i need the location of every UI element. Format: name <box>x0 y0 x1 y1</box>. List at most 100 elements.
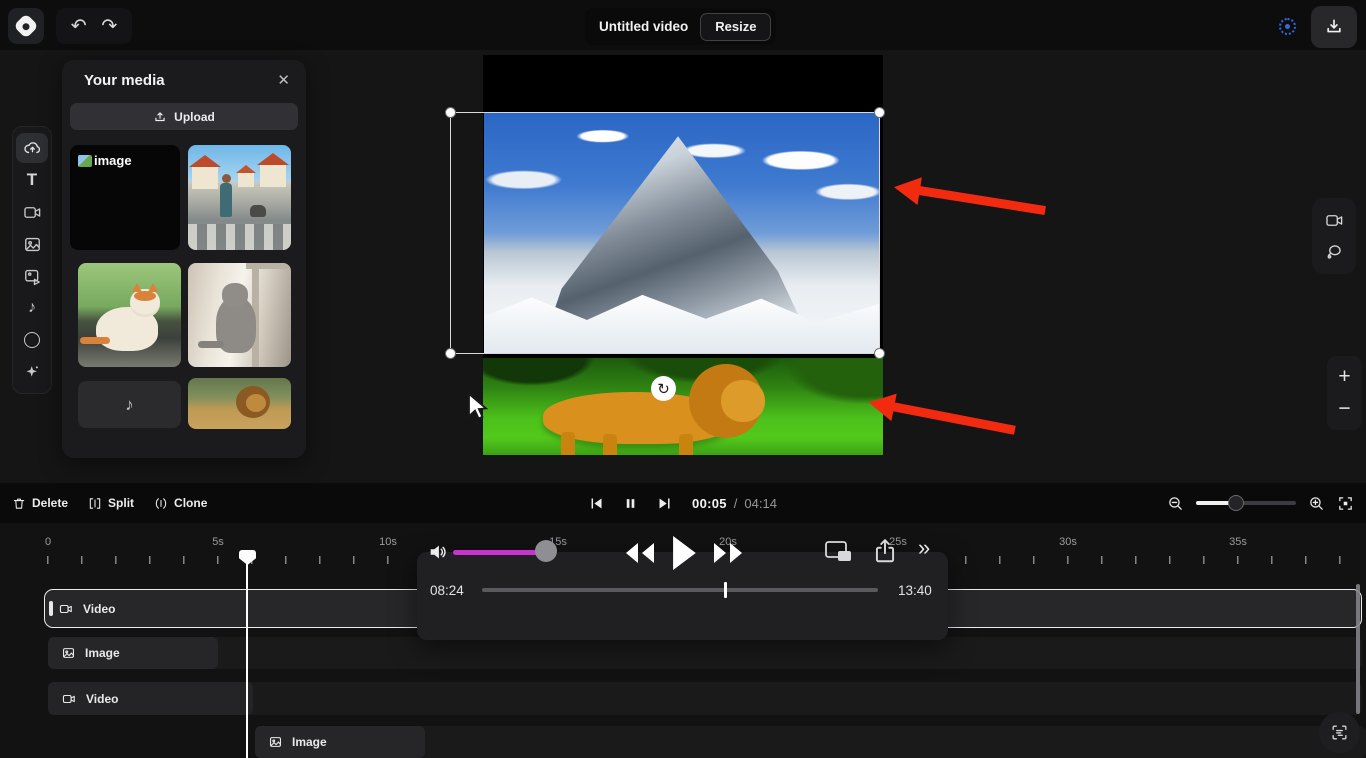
playhead-line[interactable] <box>246 551 248 758</box>
window-frame-shape <box>246 263 291 269</box>
delete-button[interactable]: Delete <box>12 496 68 511</box>
broken-image-icon <box>78 155 92 167</box>
app-logo-icon <box>13 13 38 38</box>
house-shape <box>192 167 218 189</box>
image-icon <box>268 735 283 749</box>
zoom-in-icon[interactable] <box>1308 495 1325 512</box>
media-thumbnail-lion[interactable] <box>188 378 291 429</box>
ruler-label: 0 <box>45 536 51 548</box>
media-thumbnail-broken-image[interactable]: image <box>70 145 180 250</box>
mouse-cursor <box>466 392 492 422</box>
sidebar-item-shapes[interactable] <box>16 325 48 355</box>
share-icon[interactable] <box>872 537 898 565</box>
timeline-scrollbar[interactable] <box>1356 584 1360 714</box>
media-thumbnail-grey-cat[interactable] <box>188 263 291 367</box>
media-thumbnail-girl-and-dog[interactable] <box>188 145 291 250</box>
timecode: 00:05 / 04:14 <box>692 496 777 511</box>
redo-icon[interactable]: ↷ <box>101 17 117 36</box>
rotate-handle[interactable]: ↻ <box>651 376 676 401</box>
ruler-label: 5s <box>212 536 224 548</box>
ruler-label: 35s <box>1229 536 1247 548</box>
cat-tail-shape <box>80 337 110 344</box>
close-icon[interactable]: ✕ <box>277 73 290 88</box>
fit-timeline-icon[interactable] <box>1337 495 1354 512</box>
skip-to-end-icon[interactable] <box>657 496 672 511</box>
media-thumbnail-audio[interactable]: ♪ <box>78 381 181 428</box>
annotation-arrow-top <box>918 186 1046 215</box>
lasso-tool-icon[interactable] <box>1325 242 1344 261</box>
fit-to-screen-button[interactable] <box>1319 712 1360 753</box>
broken-image-label: image <box>94 153 132 168</box>
zoom-out-icon[interactable] <box>1167 495 1184 512</box>
clip-label: Image <box>85 646 120 660</box>
timeline-zoom-controls <box>1167 483 1354 523</box>
resize-handle-bottom-right[interactable] <box>874 348 885 359</box>
resize-handle-bottom-left[interactable] <box>445 348 456 359</box>
sidebar-item-ai-tools[interactable] <box>16 357 48 387</box>
sidebar-item-images[interactable] <box>16 229 48 259</box>
player-remaining-time: 13:40 <box>898 583 932 598</box>
clip-label: Video <box>86 692 118 706</box>
zoom-out-button[interactable]: − <box>1338 397 1350 421</box>
clip-label: Image <box>292 735 327 749</box>
play-icon[interactable] <box>666 531 700 575</box>
timeline: 0 5s 10s 15s 20s 25s 30s 35s Video Image <box>0 523 1366 758</box>
media-thumbnail-orange-cat[interactable] <box>78 263 181 367</box>
split-label: Split <box>108 496 134 510</box>
canvas-zoom-panel: + − <box>1327 356 1362 430</box>
player-progress-bar[interactable] <box>482 588 878 592</box>
volume-slider[interactable] <box>453 550 545 555</box>
trim-handle-left[interactable] <box>49 601 53 616</box>
clip-label: Video <box>83 602 115 616</box>
export-button[interactable] <box>1311 6 1357 48</box>
more-controls-icon[interactable]: » <box>918 537 930 559</box>
undo-icon[interactable]: ↶ <box>71 17 87 36</box>
selection-box[interactable] <box>450 112 880 354</box>
sidebar-item-music[interactable]: ♪ <box>16 293 48 323</box>
timeline-clip-image-2[interactable]: Image <box>255 726 425 758</box>
cat-tail-shape <box>198 341 224 348</box>
resize-handle-top-right[interactable] <box>874 107 885 118</box>
player-progress-marker[interactable] <box>724 582 727 598</box>
split-icon <box>88 496 102 511</box>
sidebar-item-stock-video[interactable] <box>16 261 48 291</box>
upload-button[interactable]: Upload <box>70 103 298 130</box>
clone-button[interactable]: Clone <box>154 496 207 511</box>
camera-tool-icon[interactable] <box>1325 211 1344 230</box>
cat-patch-shape <box>134 291 156 301</box>
annotation-arrow-bottom <box>892 402 1015 434</box>
sidebar-item-record[interactable] <box>16 197 48 227</box>
sparkle-icon <box>23 363 42 382</box>
zoom-in-button[interactable]: + <box>1338 365 1350 389</box>
picture-in-picture-icon[interactable] <box>824 539 854 565</box>
volume-knob[interactable] <box>535 540 557 562</box>
fast-forward-icon[interactable] <box>712 540 746 566</box>
skip-to-start-icon[interactable] <box>589 496 604 511</box>
rewind-icon[interactable] <box>622 540 656 566</box>
lion-video-layer[interactable] <box>483 358 883 455</box>
zoom-slider-knob[interactable] <box>1228 495 1244 511</box>
app-logo-button[interactable] <box>8 8 44 44</box>
current-time: 00:05 <box>692 496 727 511</box>
project-title[interactable]: Untitled video <box>599 19 688 34</box>
clone-icon <box>154 496 168 511</box>
music-icon: ♪ <box>125 395 134 415</box>
timeline-clip-video-2[interactable]: Video <box>48 682 253 715</box>
image-icon <box>23 235 42 254</box>
delete-label: Delete <box>32 496 68 510</box>
sidebar-item-text[interactable]: T <box>16 165 48 195</box>
split-button[interactable]: Split <box>88 496 134 511</box>
speaker-icon[interactable] <box>427 541 449 563</box>
fit-brackets-icon <box>1330 723 1349 742</box>
timeline-zoom-slider[interactable] <box>1196 501 1296 505</box>
timeline-clip-image[interactable]: Image <box>48 637 218 669</box>
player-elapsed-time: 08:24 <box>430 583 464 598</box>
lion-face-shape <box>246 394 266 412</box>
upload-icon <box>153 110 167 124</box>
resize-button[interactable]: Resize <box>700 13 771 41</box>
resize-handle-top-left[interactable] <box>445 107 456 118</box>
sidebar-item-your-media[interactable] <box>16 133 48 163</box>
video-camera-icon <box>61 692 77 706</box>
pause-icon[interactable] <box>624 496 637 511</box>
video-editor-app: ↶ ↷ Untitled video Resize T <box>0 0 1366 758</box>
